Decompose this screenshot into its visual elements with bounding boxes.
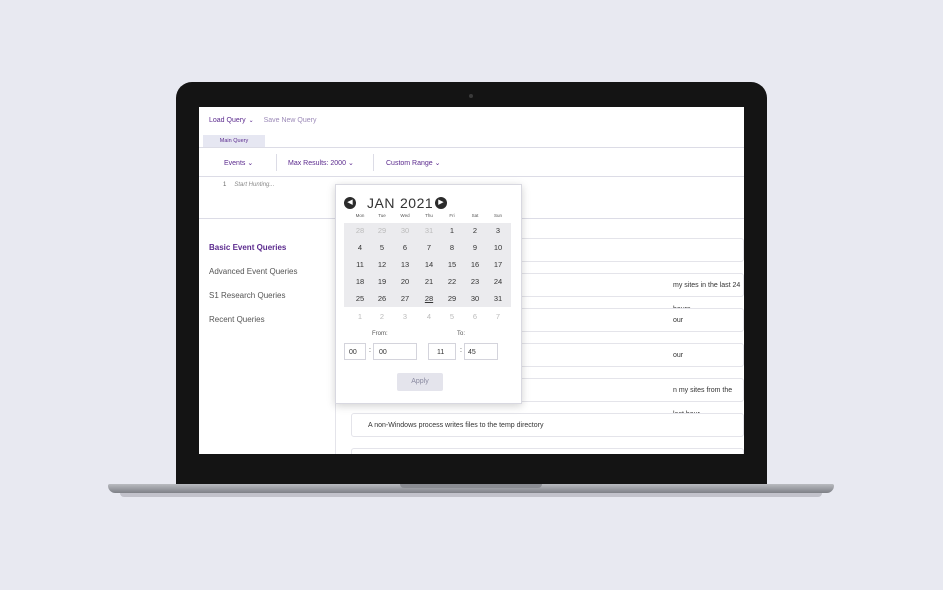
calendar-day[interactable]: 2 xyxy=(464,226,486,235)
to-hour-input[interactable]: 11 xyxy=(428,343,456,360)
max-results-dropdown[interactable]: Max Results: 2000 ⌄ xyxy=(288,159,354,167)
calendar-day[interactable]: 3 xyxy=(394,312,416,321)
calendar-day[interactable]: 6 xyxy=(464,312,486,321)
calendar-day[interactable]: 25 xyxy=(349,294,371,303)
from-minute-input[interactable]: 00 xyxy=(373,343,417,360)
weekday-label: Sat xyxy=(471,213,479,218)
calendar-day[interactable]: 29 xyxy=(441,294,463,303)
to-label: To: xyxy=(457,331,466,337)
tab-main-query[interactable]: Main Query xyxy=(203,135,265,147)
calendar-day[interactable]: 21 xyxy=(418,277,440,286)
calendar-day[interactable]: 1 xyxy=(441,226,463,235)
calendar-day[interactable]: 11 xyxy=(349,260,371,269)
chevron-down-icon: ⌄ xyxy=(347,160,354,167)
sidebar-item-advanced-event-queries[interactable]: Advanced Event Queries xyxy=(209,267,298,276)
calendar-day[interactable]: 19 xyxy=(371,277,393,286)
max-results-label: Max Results: 2000 xyxy=(288,160,346,167)
time-separator: : xyxy=(369,347,371,354)
calendar-day[interactable]: 17 xyxy=(487,260,509,269)
calendar-day[interactable]: 28 xyxy=(418,294,440,303)
calendar-day[interactable]: 22 xyxy=(441,277,463,286)
calendar-day[interactable]: 31 xyxy=(418,226,440,235)
calendar-day[interactable]: 3 xyxy=(487,226,509,235)
calendar-day[interactable]: 8 xyxy=(441,243,463,252)
events-label: Events xyxy=(224,160,246,167)
weekday-label: Sun xyxy=(493,213,502,218)
laptop-shadow xyxy=(120,493,822,497)
calendar-day[interactable]: 30 xyxy=(464,294,486,303)
calendar-month[interactable]: JAN xyxy=(367,195,395,211)
custom-range-label: Custom Range xyxy=(386,160,433,167)
query-card-label: our xyxy=(673,317,684,324)
time-separator: : xyxy=(460,347,462,354)
calendar-day[interactable]: 7 xyxy=(487,312,509,321)
calendar-day[interactable]: 28 xyxy=(349,226,371,235)
calendar-day[interactable]: 14 xyxy=(418,260,440,269)
calendar-day[interactable]: 4 xyxy=(418,312,440,321)
laptop-notch xyxy=(400,484,542,488)
chevron-down-icon[interactable]: ⌄ xyxy=(249,118,254,124)
editor-placeholder: Start Hunting... xyxy=(234,182,275,188)
save-new-query-button[interactable]: Save New Query xyxy=(264,117,317,124)
calendar-day[interactable]: 13 xyxy=(394,260,416,269)
from-label: From: xyxy=(372,331,388,337)
divider xyxy=(373,154,374,171)
calendar-day[interactable]: 6 xyxy=(394,243,416,252)
divider xyxy=(199,176,744,177)
app-screen: Load Query ⌄ Save New Query Main Query Ev… xyxy=(199,107,744,454)
calendar-day[interactable]: 1 xyxy=(349,312,371,321)
chevron-left-icon[interactable]: ◀ xyxy=(344,197,356,209)
calendar-day[interactable]: 18 xyxy=(349,277,371,286)
weekday-label: Thu xyxy=(425,213,433,218)
line-number: 1 xyxy=(223,182,227,188)
filter-bar: Events ⌄ Max Results: 2000 ⌄ Custom Rang… xyxy=(199,148,744,176)
custom-range-dropdown[interactable]: Custom Range ⌄ xyxy=(386,159,441,167)
calendar-day[interactable]: 26 xyxy=(371,294,393,303)
calendar-day[interactable]: 5 xyxy=(441,312,463,321)
calendar-day[interactable]: 30 xyxy=(394,226,416,235)
camera-icon xyxy=(469,94,473,98)
weekday-label: Fri xyxy=(449,213,455,218)
sidebar-item-recent-queries[interactable]: Recent Queries xyxy=(209,315,265,324)
sidebar-item-basic-event-queries[interactable]: Basic Event Queries xyxy=(209,243,286,252)
query-toolbar: Load Query ⌄ Save New Query xyxy=(209,117,317,124)
query-card[interactable]: A non-Windows process writes files to th… xyxy=(351,413,744,437)
weekday-label: Tue xyxy=(378,213,386,218)
events-dropdown[interactable]: Events ⌄ xyxy=(224,159,253,167)
chevron-right-icon[interactable]: ▶ xyxy=(435,197,447,209)
calendar-day[interactable]: 12 xyxy=(371,260,393,269)
calendar-day[interactable]: 10 xyxy=(487,243,509,252)
calendar-day[interactable]: 2 xyxy=(371,312,393,321)
calendar-day[interactable]: 5 xyxy=(371,243,393,252)
chevron-down-icon: ⌄ xyxy=(247,160,254,167)
to-minute-input[interactable]: 45 xyxy=(464,343,498,360)
chevron-down-icon: ⌄ xyxy=(434,160,441,167)
query-card-label: our xyxy=(673,352,684,359)
calendar-day[interactable]: 15 xyxy=(441,260,463,269)
calendar-day[interactable]: 27 xyxy=(394,294,416,303)
query-card[interactable] xyxy=(351,448,744,454)
from-hour-input[interactable]: 00 xyxy=(344,343,366,360)
calendar-day[interactable]: 16 xyxy=(464,260,486,269)
calendar-day[interactable]: 9 xyxy=(464,243,486,252)
date-range-picker: ◀ JAN 2021 ▶ Mon Tue Wed Thu Fri Sat Sun… xyxy=(335,184,522,404)
calendar-day[interactable]: 31 xyxy=(487,294,509,303)
apply-button[interactable]: Apply xyxy=(397,373,443,391)
query-card-label: A non-Windows process writes files to th… xyxy=(368,422,544,429)
calendar-day[interactable]: 24 xyxy=(487,277,509,286)
load-query-button[interactable]: Load Query xyxy=(209,117,246,124)
calendar-year[interactable]: 2021 xyxy=(400,195,433,211)
divider xyxy=(276,154,277,171)
weekday-label: Mon xyxy=(355,213,365,218)
calendar-day[interactable]: 29 xyxy=(371,226,393,235)
query-editor[interactable]: 1 Start Hunting... xyxy=(223,182,274,188)
sidebar-item-s1-research-queries[interactable]: S1 Research Queries xyxy=(209,291,285,300)
calendar-day[interactable]: 7 xyxy=(418,243,440,252)
weekday-label: Wed xyxy=(400,213,410,218)
calendar-day[interactable]: 4 xyxy=(349,243,371,252)
calendar-day[interactable]: 20 xyxy=(394,277,416,286)
calendar-day[interactable]: 23 xyxy=(464,277,486,286)
